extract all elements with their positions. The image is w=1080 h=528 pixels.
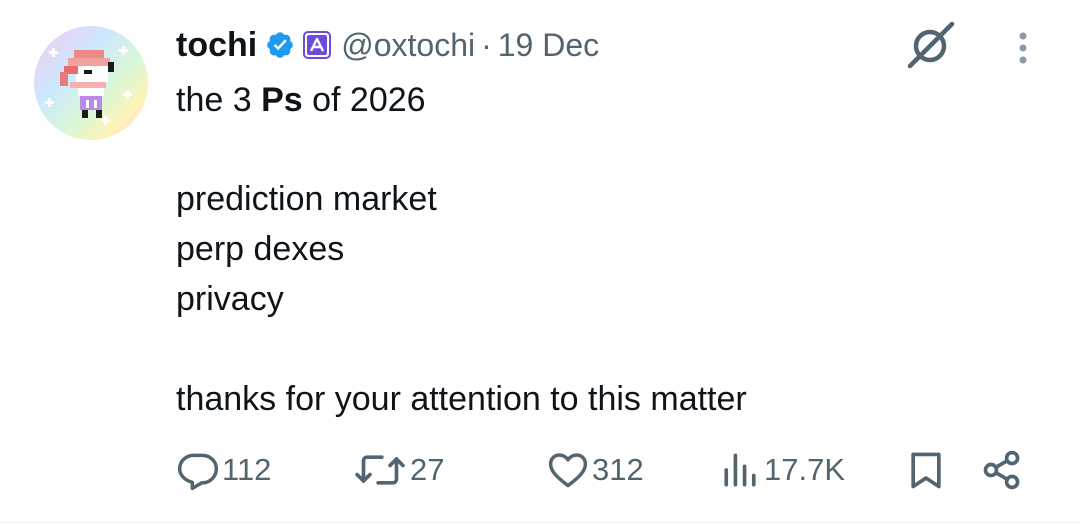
- bookmark-button[interactable]: [904, 444, 948, 496]
- author-handle[interactable]: @oxtochi: [341, 27, 475, 64]
- avatar[interactable]: [34, 26, 148, 140]
- author-name[interactable]: tochi: [176, 26, 257, 65]
- tweet-closing: thanks for your attention to this matter: [176, 380, 747, 418]
- avatar-pixel-art-icon: [45, 46, 132, 125]
- tweet-line-1-post: of 2026: [302, 81, 426, 119]
- more-icon[interactable]: [1008, 28, 1038, 68]
- tweet-line-1-pre: the 3: [176, 81, 262, 119]
- affiliate-badge-icon[interactable]: [303, 31, 332, 59]
- tweet-header: tochi @oxtochi · 19 Dec: [176, 22, 599, 68]
- repost-count: 27: [410, 452, 445, 487]
- grok-icon[interactable]: [902, 16, 958, 72]
- tweet-list-item: perp dexes: [176, 230, 345, 268]
- views-count: 17.7K: [764, 452, 846, 487]
- tweet-date[interactable]: 19 Dec: [498, 27, 599, 64]
- tweet: tochi @oxtochi · 19 Dec the 3 Ps of 2026…: [0, 0, 1080, 528]
- reply-button[interactable]: 112: [176, 444, 271, 496]
- divider: [0, 522, 1080, 523]
- repost-button[interactable]: 27: [352, 444, 444, 496]
- separator-dot: ·: [481, 26, 492, 63]
- reply-icon: [177, 453, 219, 491]
- tweet-line-1: the 3 Ps of 2026: [176, 75, 426, 125]
- repost-icon: [355, 455, 405, 485]
- bookmark-icon: [911, 452, 941, 489]
- like-count: 312: [592, 452, 644, 487]
- tweet-list-item: privacy: [176, 280, 284, 318]
- tweet-line-1-bold: Ps: [261, 81, 303, 119]
- views-icon: [724, 453, 756, 487]
- views-button[interactable]: 17.7K: [718, 444, 845, 496]
- share-icon: [983, 450, 1020, 490]
- verified-badge-icon[interactable]: [265, 30, 295, 60]
- heart-icon: [548, 453, 588, 488]
- share-button[interactable]: [980, 444, 1024, 496]
- tweet-list-item: prediction market: [176, 180, 437, 218]
- like-button[interactable]: 312: [546, 444, 644, 496]
- tweet-actions: 112 27 312 17.7K: [0, 444, 1080, 496]
- reply-count: 112: [222, 452, 272, 487]
